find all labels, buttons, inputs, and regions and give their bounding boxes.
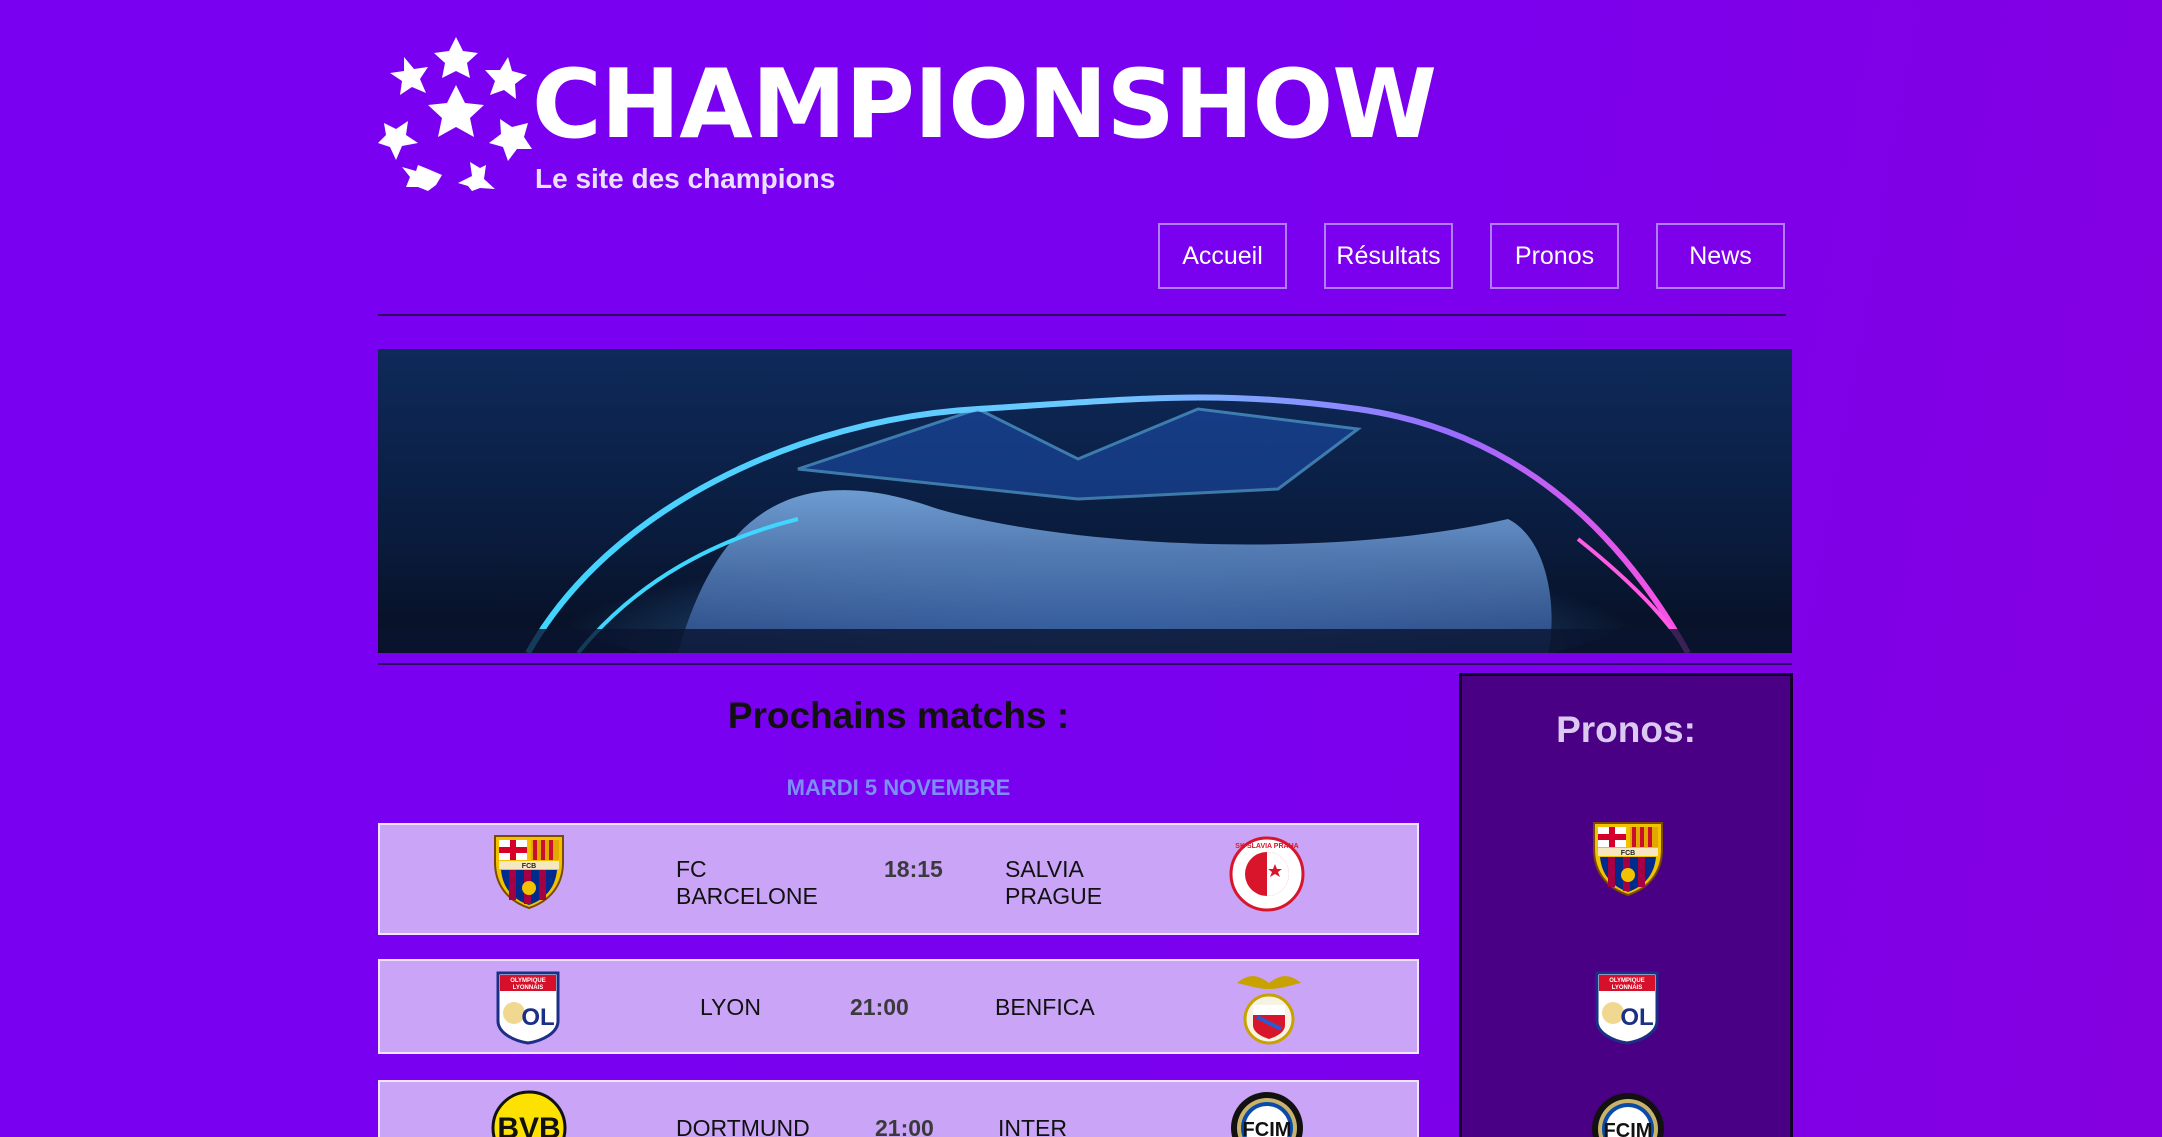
header-divider: [378, 314, 1786, 316]
away-team-line2: PRAGUE: [1005, 883, 1103, 909]
svg-text:OL: OL: [1620, 1004, 1653, 1031]
svg-text:LYONNAIS: LYONNAIS: [1612, 985, 1642, 991]
fc-barcelone-crest-icon[interactable]: FCB: [1590, 819, 1666, 897]
home-team-name: FC BARCELONE: [676, 856, 818, 910]
site-tagline: Le site des champions: [535, 163, 836, 194]
away-team-name: SALVIA PRAGUE: [1005, 856, 1102, 910]
away-team-name: INTER: [998, 1115, 1067, 1137]
page: CHAMPIONSHOW Le site des champions Accue…: [378, 0, 1793, 1137]
svg-text:OLYMPIQUE: OLYMPIQUE: [510, 978, 545, 984]
dortmund-crest-icon: BVB: [491, 1090, 567, 1137]
site-title: CHAMPIONSHOW: [532, 50, 1437, 160]
olympique-lyonnais-crest-icon: OLYMPIQUE LYONNAIS OL: [496, 971, 560, 1045]
svg-text:SK SLAVIA PRAHA: SK SLAVIA PRAHA: [1235, 843, 1298, 850]
slavia-prague-crest-icon: SK SLAVIA PRAHA: [1229, 836, 1305, 912]
matches-title: Prochains matchs :: [727, 695, 1070, 736]
svg-text:OLYMPIQUE: OLYMPIQUE: [1609, 978, 1644, 984]
match-row[interactable]: FCB FC BARCELONE 18:15 SALVIA PRAGUE SK …: [378, 823, 1419, 935]
svg-text:LYONNAIS: LYONNAIS: [513, 985, 543, 991]
upcoming-matches: Prochains matchs : MARDI 5 NOVEMBRE FCB …: [378, 672, 1419, 1137]
svg-text:FCIM: FCIM: [1604, 1120, 1653, 1137]
match-row[interactable]: BVB DORTMUND 21:00 INTER FCIM: [378, 1080, 1419, 1137]
away-team-line1: SALVIA: [1005, 856, 1084, 882]
olympique-lyonnais-crest-icon[interactable]: OLYMPIQUE LYONNAIS OL: [1593, 969, 1661, 1045]
banner-divider: [378, 663, 1792, 665]
inter-crest-icon: FCIM: [1231, 1092, 1303, 1137]
pronos-sidebar: Pronos: FCB OLYMPIQUE LYONNAIS OL FCIM: [1459, 673, 1793, 1137]
pronos-title: Pronos:: [1556, 709, 1696, 750]
home-team-line1: FC: [676, 856, 707, 882]
match-time: 21:00: [850, 994, 909, 1020]
nav-resultats[interactable]: Résultats: [1324, 223, 1453, 289]
svg-text:FCIM: FCIM: [1243, 1119, 1292, 1137]
home-team-name: DORTMUND: [676, 1115, 810, 1137]
svg-text:BVB: BVB: [497, 1112, 560, 1137]
match-date: MARDI 5 NOVEMBRE: [786, 775, 1011, 800]
benfica-crest-icon: [1237, 976, 1301, 1045]
away-team-name: BENFICA: [995, 994, 1095, 1020]
home-team-name: LYON: [700, 994, 761, 1020]
match-time: 18:15: [884, 856, 943, 882]
svg-text:OL: OL: [521, 1004, 554, 1031]
svg-text:FCB: FCB: [522, 863, 536, 870]
nav-pronos[interactable]: Pronos: [1490, 223, 1619, 289]
svg-text:FCB: FCB: [1621, 850, 1635, 857]
match-time: 21:00: [875, 1115, 934, 1137]
nav-accueil[interactable]: Accueil: [1158, 223, 1287, 289]
home-team-line2: BARCELONE: [676, 883, 818, 909]
stadium-banner-image: [378, 349, 1792, 653]
match-row[interactable]: OLYMPIQUE LYONNAIS OL LYON 21:00 BENFICA: [378, 959, 1419, 1054]
starball-logo-icon[interactable]: [378, 35, 534, 191]
nav-news[interactable]: News: [1656, 223, 1785, 289]
main-nav: Accueil Résultats Pronos News: [1158, 223, 1785, 289]
inter-crest-icon[interactable]: FCIM: [1590, 1091, 1666, 1137]
fc-barcelone-crest-icon: FCB: [494, 835, 564, 910]
